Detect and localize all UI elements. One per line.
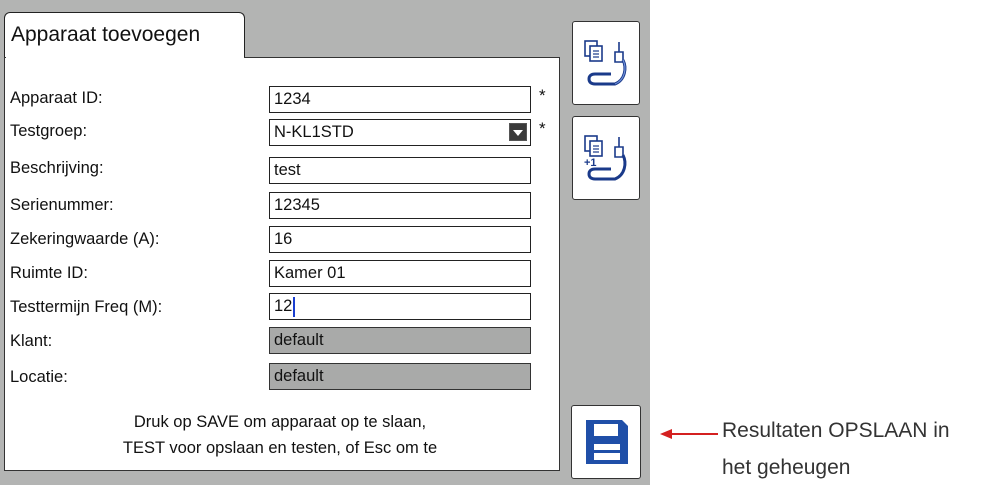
label-beschrijving: Beschrijving: [10,159,104,177]
copy-appliance-plus-one-button[interactable]: +1 [572,116,640,200]
label-ruimte-id: Ruimte ID: [10,264,88,282]
serienummer-input[interactable]: 12345 [269,192,531,219]
callout-text: Resultaten OPSLAAN in het geheugen [722,412,950,486]
ruimte-id-input[interactable]: Kamer 01 [269,260,531,287]
label-zekeringwaarde: Zekeringwaarde (A): [10,230,160,248]
required-mark: * [539,86,546,105]
callout-arrow-icon [660,429,718,439]
label-testtermijn: Testtermijn Freq (M): [10,298,163,316]
label-apparaat-id: Apparaat ID: [10,89,103,107]
required-mark: * [539,119,546,138]
device-screen: Apparaat toevoegen Apparaat ID: 1234 * T… [0,0,650,485]
callout-line-2: het geheugen [722,456,851,479]
chevron-down-icon[interactable] [509,123,527,141]
testtermijn-value: 12 [274,297,293,315]
copy-appliance-plus-one-icon: +1 [584,135,627,181]
beschrijving-input[interactable]: test [269,157,531,184]
save-button[interactable] [571,405,641,479]
tab-apparaat-toevoegen[interactable]: Apparaat toevoegen [4,12,245,58]
locatie-field: default [269,363,531,390]
testtermijn-input[interactable]: 12 [269,293,531,320]
hint-line-2: TEST voor opslaan en testen, of Esc om t… [122,439,438,457]
hint-line-1: Druk op SAVE om apparaat op te slaan, [133,413,427,431]
label-serienummer: Serienummer: [10,196,114,214]
label-klant: Klant: [10,332,53,350]
copy-appliance-button[interactable] [572,21,640,105]
testgroep-select[interactable]: N-KL1STD [269,119,531,146]
plus-one-badge: +1 [584,157,597,169]
klant-field: default [269,327,531,354]
label-locatie: Locatie: [10,368,68,386]
testgroep-value: N-KL1STD [274,123,354,141]
floppy-disk-icon [586,420,628,464]
text-caret [293,296,295,317]
copy-appliance-icon [584,40,627,86]
label-testgroep: Testgroep: [10,122,88,140]
tab-title: Apparaat toevoegen [11,23,201,46]
apparaat-id-input[interactable]: 1234 [269,86,531,113]
zekeringwaarde-input[interactable]: 16 [269,226,531,253]
callout-line-1: Resultaten OPSLAAN in [722,419,950,442]
